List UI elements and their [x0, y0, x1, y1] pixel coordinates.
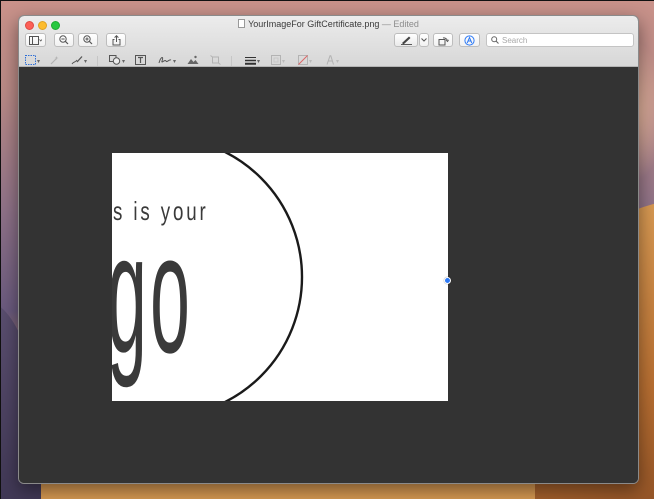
chevron-down-icon: ▾: [282, 58, 286, 65]
document-viewer: is is your ogo: [19, 68, 638, 483]
instant-alpha-button[interactable]: [50, 55, 60, 67]
fill-color-button[interactable]: ▾: [298, 55, 312, 67]
markup-toolbar-icon: [464, 34, 475, 46]
rotate-icon: [438, 35, 449, 46]
chevron-down-icon: ▾: [122, 58, 126, 65]
rotate-button[interactable]: [433, 33, 453, 47]
toolbar-divider: [231, 56, 232, 66]
zoom-in-icon: [83, 35, 93, 45]
chevron-down-icon: [421, 38, 427, 42]
chevron-down-icon: ▾: [336, 58, 340, 65]
selection-tool-button[interactable]: ▾: [25, 55, 40, 67]
markup-toolbar-button[interactable]: [459, 33, 480, 47]
zoom-out-button[interactable]: [54, 33, 74, 47]
search-field[interactable]: [486, 33, 634, 47]
edited-status: — Edited: [381, 19, 419, 29]
border-color-button[interactable]: ▾: [271, 55, 285, 67]
shape-style-button[interactable]: ▾: [245, 55, 260, 67]
window-title: YourImageFor GiftCertificate.png — Edite…: [19, 18, 638, 30]
window-filename: YourImageFor GiftCertificate.png: [248, 19, 380, 29]
title-toolbar: YourImageFor GiftCertificate.png — Edite…: [19, 16, 638, 67]
adjust-color-button[interactable]: [187, 55, 199, 67]
text-tool-button[interactable]: [135, 55, 146, 67]
selection-resize-handle[interactable]: [444, 277, 451, 284]
chevron-down-icon: ▾: [173, 58, 177, 65]
share-button[interactable]: [106, 33, 126, 47]
sidebar-toggle-button[interactable]: [25, 33, 46, 47]
adjust-size-button[interactable]: [210, 55, 221, 67]
sidebar-icon: [29, 35, 42, 45]
text-style-button[interactable]: ▾: [325, 55, 339, 67]
shapes-tool-button[interactable]: ▾: [109, 55, 125, 67]
image-canvas[interactable]: is is your ogo: [112, 153, 448, 401]
markup-pen-icon: [400, 35, 413, 45]
chevron-down-icon: ▾: [257, 58, 261, 65]
zoom-in-button[interactable]: [78, 33, 98, 47]
document-icon: [238, 19, 246, 28]
chevron-down-icon: ▾: [84, 58, 88, 65]
sign-tool-button[interactable]: ▾: [158, 55, 176, 67]
markup-pen-menu-button[interactable]: [419, 33, 429, 47]
chevron-down-icon: ▾: [37, 58, 41, 65]
share-icon: [112, 34, 121, 46]
chevron-down-icon: ▾: [309, 58, 313, 65]
markup-toolbar: ▾ ▾ ▾ ▾ ▾ ▾ ▾ ▾: [19, 54, 638, 68]
preview-window: YourImageFor GiftCertificate.png — Edite…: [18, 15, 639, 484]
zoom-out-icon: [59, 35, 69, 45]
logo-text-line-2: ogo: [112, 199, 194, 389]
sketch-tool-button[interactable]: ▾: [71, 55, 87, 67]
markup-pen-button[interactable]: [394, 33, 418, 47]
search-input[interactable]: [502, 35, 622, 45]
toolbar-divider: [97, 56, 98, 66]
search-icon: [491, 31, 499, 49]
